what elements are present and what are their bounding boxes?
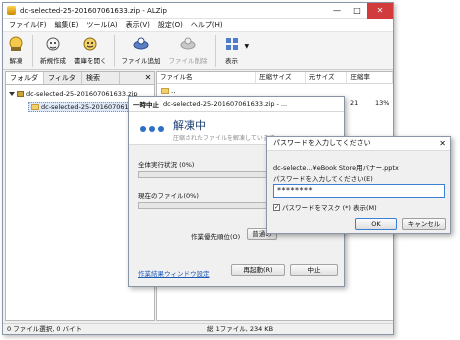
open-archive-button[interactable]: 書庫を開く — [74, 35, 107, 65]
col-original-size[interactable]: 元サイズ — [306, 72, 348, 83]
alzip-app-icon — [7, 6, 16, 15]
stop-button[interactable]: 中止 — [290, 264, 338, 276]
file-row-ratio: 13% — [375, 99, 390, 107]
password-dialog-titlebar: パスワードを入力してください ✕ — [267, 137, 450, 151]
view-dropdown-arrow-icon[interactable]: ▼ — [245, 43, 250, 50]
extract-heading: 解凍中 — [173, 119, 206, 132]
restart-button[interactable]: 再起動(R) — [231, 264, 285, 276]
menu-tools[interactable]: ツール(A) — [86, 20, 117, 30]
menu-help[interactable]: ヘルプ(H) — [191, 20, 223, 30]
file-row-parent[interactable]: .. — [161, 87, 175, 95]
result-window-settings-link[interactable]: 作業結果ウィンドウ設定 — [138, 268, 210, 278]
status-total: 総 1ファイル, 234 KB — [207, 325, 274, 333]
extract-dialog-titlebar: 一時中止 dc-selected-25-201607061633.zip - .… — [129, 97, 344, 112]
col-ratio[interactable]: 圧縮率 — [347, 72, 393, 83]
password-input[interactable]: ******** — [273, 184, 445, 198]
toolbar-separator — [214, 35, 216, 67]
zip-file-icon — [17, 91, 24, 97]
file-row-size: 21 — [350, 99, 359, 107]
maximize-button[interactable]: □ — [347, 3, 367, 19]
collapse-arrow-icon[interactable] — [9, 92, 15, 96]
menu-bar: ファイル(F) 編集(E) ツール(A) 表示(V) 設定(O) ヘルプ(H) — [3, 19, 393, 32]
status-selection: 0 ファイル選択, 0 バイト — [7, 325, 83, 333]
add-file-button[interactable]: ファイル追加 — [122, 35, 161, 65]
ok-button[interactable]: OK — [355, 218, 397, 230]
password-file-name: dc-selecte...¥eBook Store用バナー.pptx — [273, 164, 399, 172]
new-archive-icon — [46, 37, 60, 51]
tab-search[interactable]: 検索 — [82, 72, 120, 84]
priority-label: 作業優先順位(O) — [191, 233, 241, 241]
folder-icon — [31, 104, 39, 110]
delete-file-button[interactable]: ファイル削除 — [169, 35, 208, 65]
file-list-header: ファイル名 圧縮サイズ 元サイズ 圧縮率 — [157, 72, 393, 84]
minimize-button[interactable]: — — [327, 3, 347, 19]
pause-label[interactable]: 一時中止 — [133, 99, 159, 109]
mask-password-checkbox[interactable]: ✓ パスワードをマスク (*) 表示(M) — [273, 202, 377, 212]
close-button[interactable]: ✕ — [367, 3, 393, 19]
extract-dialog-title: dc-selected-25-201607061633.zip - ... — [163, 100, 288, 108]
tab-filter[interactable]: フィルタ — [44, 72, 82, 84]
toolbar-separator — [32, 35, 33, 67]
tab-folders[interactable]: フォルダ — [6, 72, 44, 84]
menu-view[interactable]: 表示(V) — [126, 20, 150, 30]
tree-root-item[interactable]: dc-selected-25-201607061633.zip — [9, 90, 137, 98]
col-filename[interactable]: ファイル名 — [157, 72, 257, 83]
parent-folder-icon — [161, 88, 169, 94]
extract-button[interactable]: 解凍 — [7, 35, 25, 65]
current-file-progress-label: 現在のファイル(0%) — [138, 192, 199, 200]
left-tabs: フォルダ フィルタ 検索 ✕ — [6, 72, 154, 85]
status-bar: 0 ファイル選択, 0 バイト 総 1ファイル, 234 KB — [3, 323, 393, 334]
overall-progress-label: 全体実行状況 (0%) — [138, 161, 195, 169]
tree-folder-item[interactable]: dc-selected-25-201607061633 — [28, 102, 145, 112]
menu-file[interactable]: ファイル(F) — [9, 20, 47, 30]
new-archive-button[interactable]: 新規作成 — [40, 35, 66, 65]
view-button[interactable]: 表示 — [223, 35, 241, 65]
menu-settings[interactable]: 設定(O) — [158, 20, 183, 30]
password-dialog: パスワードを入力してください ✕ dc-selecte...¥eBook Sto… — [266, 136, 451, 234]
col-compressed-size[interactable]: 圧縮サイズ — [256, 72, 306, 83]
open-archive-icon — [83, 37, 97, 51]
title-bar: dc-selected-25-201607061633.zip - ALZip … — [3, 3, 393, 19]
menu-edit[interactable]: 編集(E) — [55, 20, 79, 30]
extract-subheading: 圧縮されたファイルを解凍しています。 — [173, 135, 281, 142]
window-title: dc-selected-25-201607061633.zip - ALZip — [20, 6, 167, 15]
password-dialog-title: パスワードを入力してください — [273, 139, 371, 147]
toolbar-separator — [113, 35, 115, 67]
delete-file-icon — [180, 37, 196, 50]
pane-close-icon[interactable]: ✕ — [142, 72, 154, 84]
password-dialog-close-icon[interactable]: ✕ — [439, 137, 446, 150]
view-icon — [225, 38, 238, 50]
toolbar: 解凍 新規作成 書庫を開く ファイル追加 ファイル削除 表示 ▼ — [3, 32, 393, 70]
busy-dots-icon — [140, 126, 164, 132]
extract-icon — [9, 36, 23, 51]
add-file-icon — [133, 37, 149, 50]
checkbox-checked-icon[interactable]: ✓ — [273, 203, 280, 211]
password-prompt-label: パスワードを入力してください(E) — [273, 175, 373, 183]
cancel-button[interactable]: キャンセル — [402, 218, 446, 230]
